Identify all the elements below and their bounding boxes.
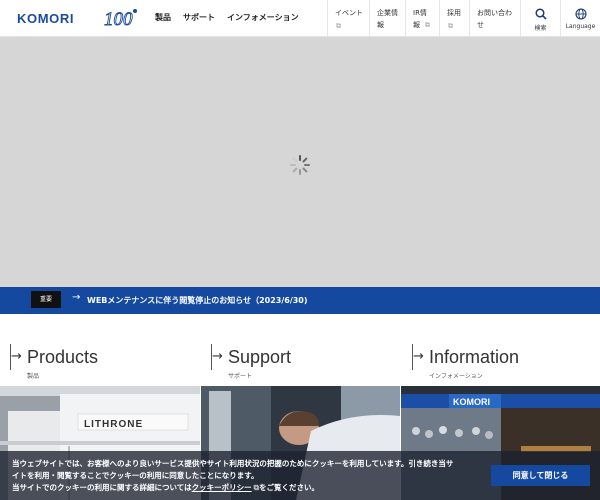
language-button[interactable]: Language bbox=[560, 0, 600, 37]
search-icon bbox=[535, 8, 547, 20]
category-products[interactable]: → Products 製品 bbox=[10, 344, 200, 380]
subnav-event[interactable]: イベント ⧉ bbox=[327, 0, 369, 37]
cookie-policy-link[interactable]: クッキーポリシー bbox=[192, 483, 252, 492]
main-nav: 製品 サポート インフォメーション bbox=[155, 12, 299, 23]
external-link-icon: ⧉ bbox=[448, 22, 453, 30]
hero-slider bbox=[0, 37, 600, 287]
subnav-ir[interactable]: IR情 報 ⧉ bbox=[405, 0, 439, 37]
komori-logo[interactable]: KOMORI bbox=[17, 11, 74, 26]
subnav-recruit[interactable]: 採用 ⧉ bbox=[439, 0, 469, 37]
agree-and-close-button[interactable]: 同意して閉じる bbox=[491, 465, 590, 486]
nav-support[interactable]: サポート bbox=[183, 12, 215, 23]
loading-spinner-icon bbox=[290, 155, 310, 175]
booth-sign: KOMORI bbox=[453, 397, 490, 407]
external-link-icon: ⧉ bbox=[336, 22, 341, 30]
site-header: KOMORI 100 製品 サポート インフォメーション イベント ⧉ 企業情 … bbox=[0, 0, 600, 37]
arrow-right-icon: → bbox=[413, 349, 424, 364]
globe-icon bbox=[575, 8, 587, 20]
arrow-right-icon: → bbox=[72, 292, 81, 303]
notice-text[interactable]: WEBメンテナンスに伴う閲覧停止のお知らせ（2023/6/30) bbox=[87, 295, 308, 306]
external-link-icon: ⧉ bbox=[425, 21, 430, 29]
svg-text:100: 100 bbox=[104, 9, 133, 30]
important-badge: 重要 bbox=[31, 291, 61, 308]
search-button[interactable]: 検索 bbox=[520, 0, 560, 37]
subnav-contact[interactable]: お問い合わ せ bbox=[469, 0, 519, 37]
arrow-right-icon: → bbox=[212, 349, 223, 364]
category-support[interactable]: → Support サポート bbox=[211, 344, 401, 380]
subnav-company[interactable]: 企業情 報 bbox=[369, 0, 405, 37]
arrow-right-icon: → bbox=[11, 349, 22, 364]
100th-anniversary-logo: 100 bbox=[104, 9, 137, 30]
nav-products[interactable]: 製品 bbox=[155, 12, 171, 23]
important-notice-bar[interactable]: 重要 → WEBメンテナンスに伴う閲覧停止のお知らせ（2023/6/30) bbox=[0, 287, 600, 314]
press-sign: LITHRONE bbox=[84, 419, 143, 430]
category-information[interactable]: → Information インフォメーション bbox=[412, 344, 600, 380]
sub-nav: イベント ⧉ 企業情 報 IR情 報 ⧉ 採用 ⧉ お問い合わ せ bbox=[327, 0, 519, 37]
nav-information[interactable]: インフォメーション bbox=[227, 12, 299, 23]
cookie-consent-banner: 当ウェブサイトでは、お客様へのより良いサービス提供やサイト利用状況の把握のために… bbox=[0, 451, 600, 500]
